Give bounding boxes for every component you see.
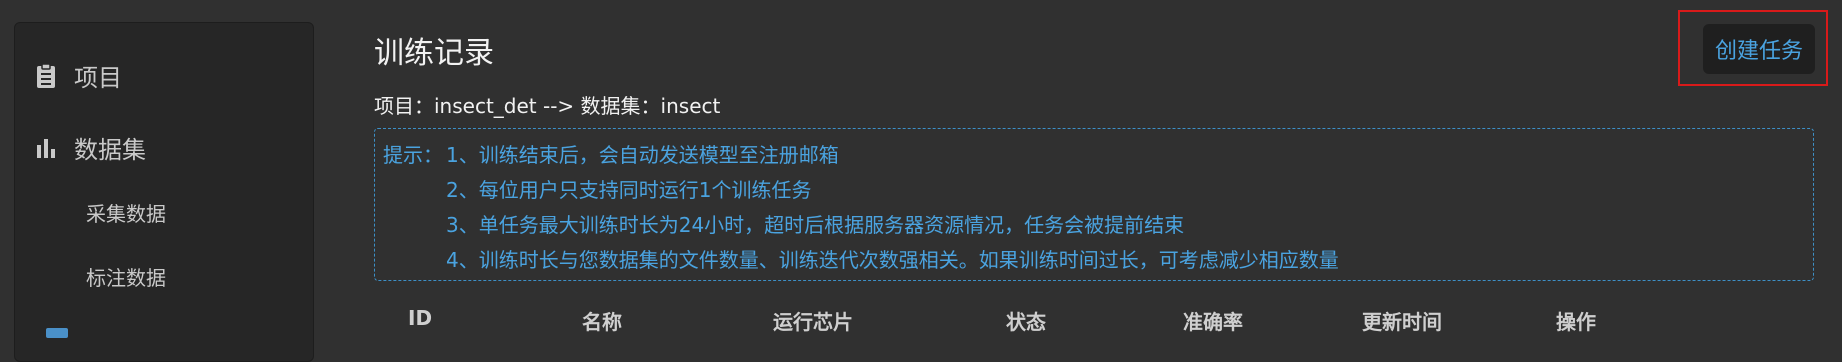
sidebar-item-collect-data[interactable]: 采集数据 — [86, 198, 166, 227]
table-header-name[interactable]: 名称 — [582, 306, 622, 335]
sidebar-subitem-label: 采集数据 — [86, 202, 166, 226]
table-header-status[interactable]: 状态 — [1006, 306, 1046, 335]
sidebar-subitem-label: 标注数据 — [86, 266, 166, 290]
create-task-button[interactable]: 创建任务 — [1703, 24, 1815, 74]
sidebar-item-label-data[interactable]: 标注数据 — [86, 262, 166, 291]
table-header-accuracy[interactable]: 准确率 — [1183, 306, 1243, 335]
tip-line-3: 3、单任务最大训练时长为24小时，超时后根据服务器资源情况，任务会被提前结束 — [446, 213, 1185, 237]
sidebar-item-dataset[interactable]: 数据集 — [32, 130, 146, 165]
tip-line-4: 4、训练时长与您数据集的文件数量、训练迭代次数强相关。如果训练时间过长，可考虑减… — [446, 248, 1339, 272]
clipboard-icon — [32, 62, 60, 90]
table-header-chip[interactable]: 运行芯片 — [773, 306, 853, 335]
page-title: 训练记录 — [374, 36, 494, 71]
tip-line-2: 2、每位用户只支持同时运行1个训练任务 — [446, 178, 812, 202]
sidebar-item-label: 项目 — [74, 64, 122, 92]
tips-prefix: 提示： — [383, 143, 443, 167]
tip-line-1: 1、训练结束后，会自动发送模型至注册邮箱 — [446, 143, 839, 167]
sidebar-item-label: 数据集 — [74, 136, 146, 164]
table-header-actions: 操作 — [1556, 310, 1596, 334]
table-header-updated[interactable]: 更新时间 — [1362, 306, 1442, 335]
table-header-id[interactable]: ID — [408, 306, 432, 330]
sidebar-item-project[interactable]: 项目 — [32, 58, 122, 93]
partial-sidebar-icon — [46, 328, 68, 338]
tips-box: 提示： 1、训练结束后，会自动发送模型至注册邮箱 2、每位用户只支持同时运行1个… — [374, 128, 1814, 281]
breadcrumb: 项目：insect_det --> 数据集：insect — [374, 94, 721, 118]
bar-chart-icon — [32, 134, 60, 162]
